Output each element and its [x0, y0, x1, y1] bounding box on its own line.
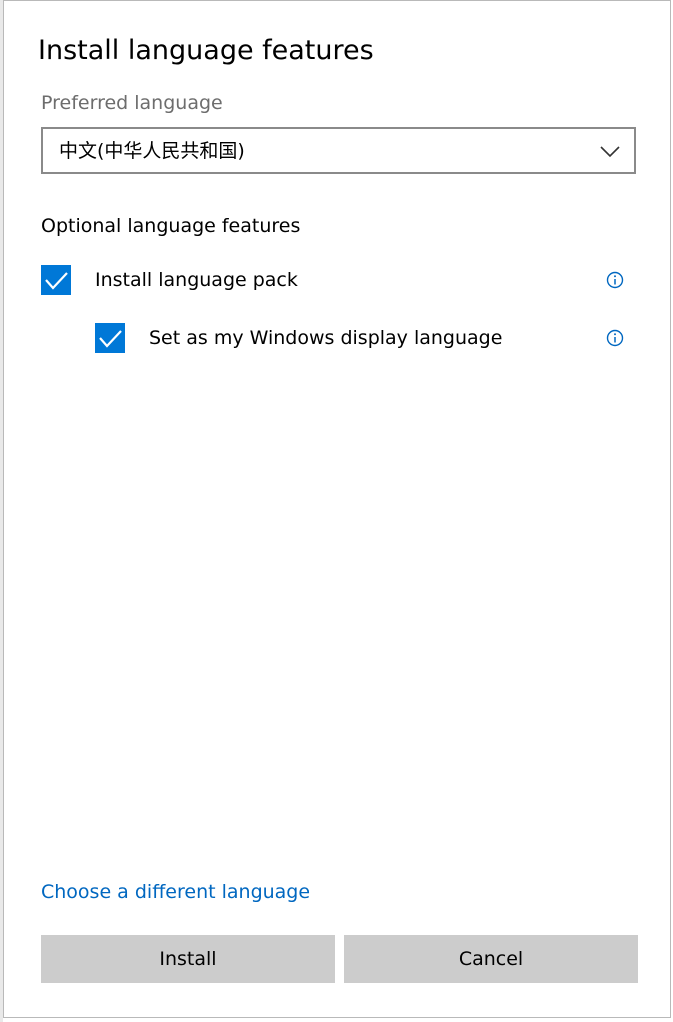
info-icon[interactable] — [606, 329, 624, 347]
info-icon[interactable] — [606, 271, 624, 289]
choose-different-language-link[interactable]: Choose a different language — [41, 879, 310, 905]
checkmark-icon — [99, 330, 122, 348]
install-language-pack-checkbox[interactable] — [41, 265, 71, 295]
install-language-pack-label: Install language pack — [95, 269, 298, 291]
optional-features-label: Optional language features — [41, 215, 301, 237]
cancel-button[interactable]: Cancel — [344, 935, 638, 983]
install-button[interactable]: Install — [41, 935, 335, 983]
chevron-down-icon — [600, 143, 620, 158]
checkmark-icon — [45, 272, 68, 290]
preferred-language-dropdown[interactable]: 中文(中华人民共和国) — [41, 127, 636, 174]
set-display-language-label: Set as my Windows display language — [149, 327, 503, 349]
set-display-language-checkbox[interactable] — [95, 323, 125, 353]
preferred-language-value: 中文(中华人民共和国) — [59, 140, 245, 162]
dialog-title: Install language features — [38, 35, 374, 66]
screen: Install language features Preferred lang… — [0, 0, 673, 1022]
install-language-dialog: Install language features Preferred lang… — [3, 0, 671, 1018]
preferred-language-label: Preferred language — [41, 92, 223, 114]
